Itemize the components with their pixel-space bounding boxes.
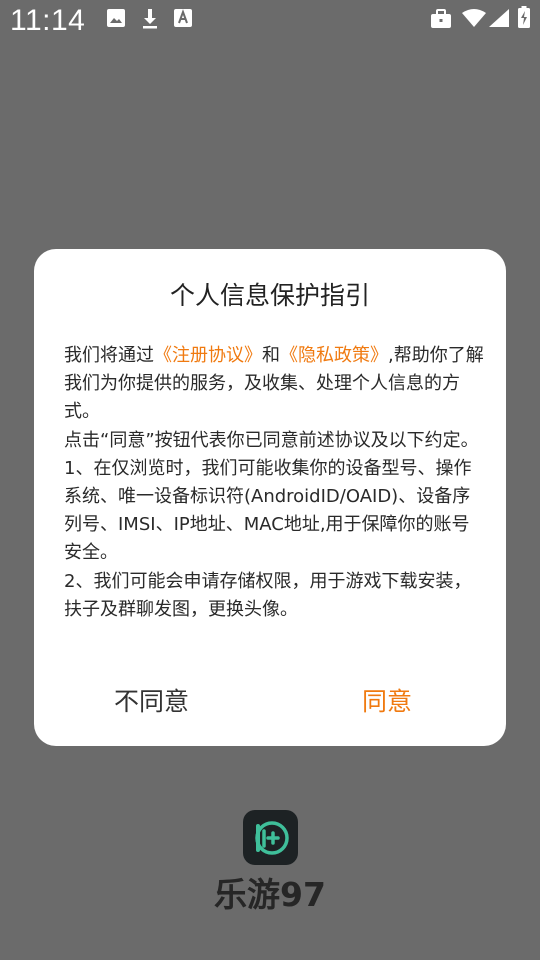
disagree-button[interactable]: 不同意: [114, 685, 189, 719]
app-logo-icon: [243, 810, 298, 865]
signal-icon: [489, 9, 509, 31]
image-icon: [106, 8, 126, 32]
dialog-title: 个人信息保护指引: [169, 281, 370, 310]
privacy-dialog: 个人信息保护指引 我们将通过《注册协议》和《隐私政策》,帮助你了解我们为你提供的…: [34, 249, 506, 746]
agree-button[interactable]: 同意: [362, 685, 412, 719]
status-time: 11:14: [10, 4, 86, 37]
body-text: 和: [262, 345, 280, 366]
dialog-paragraph: 1、在仅浏览时，我们可能收集你的设备型号、操作系统、唯一设备标识符(Androi…: [64, 457, 472, 564]
body-text: 我们将通过: [64, 345, 154, 366]
dialog-paragraph: 我们将通过《注册协议》和《隐私政策》,帮助你了解我们为你提供的服务，及收集、处理…: [64, 342, 484, 427]
battery-charging-icon: [518, 6, 530, 32]
briefcase-icon: [430, 9, 452, 33]
status-bar: 11:14: [0, 0, 540, 42]
dialog-paragraph: 2、我们可能会申请存储权限，用于游戏下载安装，扶子及群聊发图，更换头像。: [64, 570, 472, 620]
privacy-policy-link[interactable]: 《隐私政策》: [280, 345, 388, 366]
dialog-paragraph: 点击“同意”按钮代表你已同意前述协议及以下约定。: [64, 429, 479, 451]
dialog-body[interactable]: 我们将通过《注册协议》和《隐私政策》,帮助你了解我们为你提供的服务，及收集、处理…: [64, 342, 484, 631]
download-icon: [140, 8, 160, 34]
wifi-icon: [462, 9, 486, 31]
font-icon: [173, 8, 193, 32]
register-agreement-link[interactable]: 《注册协议》: [154, 345, 262, 366]
app-name: 乐游97: [214, 875, 326, 914]
